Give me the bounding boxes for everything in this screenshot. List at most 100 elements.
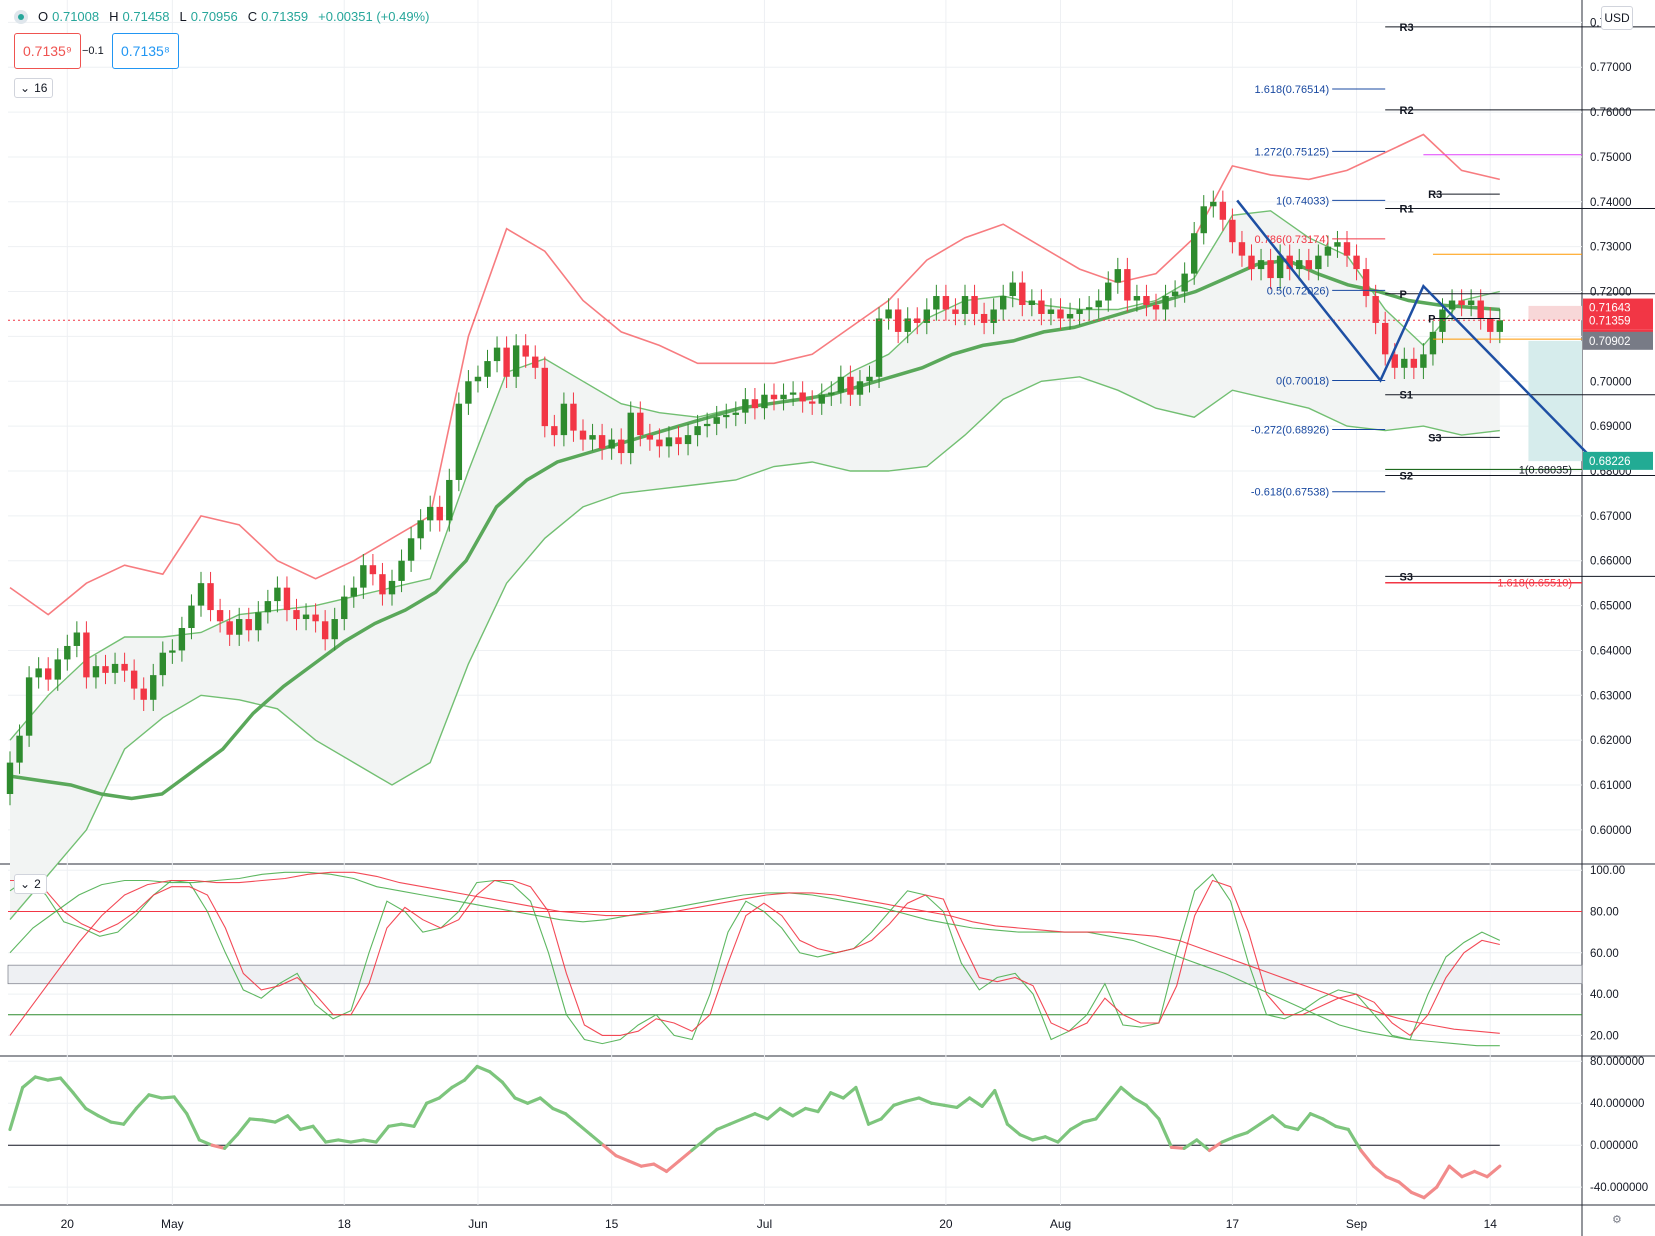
indicators-toggle-button[interactable]: ⌄ 16 (14, 78, 54, 98)
candle-down (1038, 300, 1045, 314)
fib-level-label: -0.618(0.67538) (1251, 487, 1329, 499)
candle-up (25, 677, 33, 736)
candle-down (140, 688, 147, 700)
x-tick-label: Jun (468, 1217, 487, 1231)
candle-up (703, 423, 711, 427)
candle-up (455, 403, 463, 480)
candle-up (1181, 273, 1188, 292)
y-tick-label: 0.64000 (1590, 645, 1632, 657)
chevron-down-icon: ⌄ (20, 877, 31, 891)
candle-down (971, 296, 978, 314)
candle-down (980, 313, 988, 323)
candle-up (560, 403, 568, 436)
chart-canvas[interactable]: 20May18Jun15Jul20Aug17Sep140.780000.7700… (0, 0, 1655, 1236)
fib-level-label: 0.5(0.72026) (1267, 285, 1329, 297)
candle-up (990, 309, 997, 323)
candle-down (1124, 269, 1131, 301)
y-tick-label: 0.73000 (1590, 242, 1632, 254)
spread-value: −0.1 (82, 45, 104, 57)
candle-up (1420, 354, 1427, 368)
x-tick-label: May (161, 1217, 184, 1231)
y-tick-label: 0.60000 (1590, 825, 1632, 837)
fib-level-label: 1.272(0.75125) (1255, 146, 1330, 158)
candle-up (407, 538, 415, 561)
candle-up (780, 394, 787, 400)
candle-down (379, 574, 386, 595)
price-tag-label: 0.70902 (1589, 336, 1631, 348)
candle-up (828, 392, 835, 395)
x-tick-label: 18 (338, 1217, 352, 1231)
fib-level-label: -0.272(0.68926) (1251, 424, 1329, 436)
pane2-toggle-button[interactable]: ⌄ 2 (14, 874, 47, 894)
candle-up (732, 412, 739, 415)
candle-down (369, 565, 377, 575)
y-tick-label: -40.000000 (1590, 1182, 1648, 1194)
pivot-label: R2 (1400, 105, 1414, 117)
candle-up (54, 659, 61, 680)
candle-down (751, 399, 759, 409)
candle-down (1372, 296, 1379, 323)
y-tick-label: 0.67000 (1590, 511, 1632, 523)
x-tick-label: 20 (61, 1217, 75, 1231)
candle-up (1315, 255, 1322, 270)
momentum-segment (109, 1120, 126, 1126)
momentum-segment (361, 1138, 378, 1144)
y-tick-label: 0.61000 (1590, 780, 1632, 792)
pivot-label: R3 (1428, 189, 1442, 201)
candle-up (1429, 331, 1437, 355)
buy-button[interactable]: 0.7135⁸ (112, 33, 179, 69)
ohlc-high: 0.71458 (122, 9, 170, 24)
candle-up (302, 614, 310, 620)
y-tick-label: 0.72000 (1590, 287, 1632, 299)
candle-up (1047, 309, 1055, 314)
candle-up (933, 296, 940, 310)
candle-down (1382, 322, 1389, 355)
momentum-segment (324, 1138, 340, 1144)
fib-level-label: 0(0.70018) (1276, 375, 1329, 387)
candle-up (1171, 291, 1179, 297)
candle-down (283, 587, 291, 611)
ohlc-open: 0.71008 (52, 9, 100, 24)
ohlc-label: L (179, 9, 187, 24)
candle-up (694, 426, 701, 436)
candle-up (1066, 313, 1074, 319)
candle-down (656, 439, 663, 447)
ohlc-legend: O 0.71008 H 0.71458 L 0.70956 C 0.71359 +0.0… (14, 9, 435, 24)
candle-up (388, 580, 396, 595)
candle-up (818, 394, 825, 404)
candle-up (1076, 309, 1083, 314)
candle-down (1057, 309, 1064, 319)
candle-down (532, 356, 539, 368)
pane2-count: 2 (34, 877, 41, 891)
candle-down (522, 345, 529, 357)
ohlc-label: O (38, 9, 49, 24)
candle-up (684, 435, 692, 445)
sell-button[interactable]: 0.7135⁹ (14, 33, 81, 69)
gear-icon[interactable]: ⚙ (1612, 1213, 1622, 1226)
fib-level-label: 1.618(0.76514) (1255, 84, 1330, 96)
candle-down (541, 367, 548, 427)
candle-down (121, 663, 128, 671)
candle-down (618, 439, 625, 454)
x-tick-label: 17 (1226, 1217, 1240, 1231)
candle-down (646, 435, 654, 440)
symbol-status-icon (14, 9, 28, 24)
candle-up (1257, 260, 1265, 270)
candle-down (45, 668, 52, 680)
candle-up (1009, 282, 1016, 297)
momentum-segment (399, 1122, 416, 1128)
candle-up (16, 735, 23, 763)
y-tick-label: 0.69000 (1590, 421, 1632, 433)
y-tick-label: 60.00 (1590, 948, 1619, 960)
candle-down (83, 632, 90, 678)
candle-up (742, 399, 749, 413)
candle-up (1296, 260, 1303, 270)
y-tick-label: 0.74000 (1590, 197, 1632, 209)
candle-up (789, 392, 797, 395)
candle-up (885, 309, 892, 319)
currency-button[interactable]: USD (1601, 6, 1633, 30)
fib-level-label: 1(0.74033) (1276, 195, 1329, 207)
candle-down (1219, 201, 1227, 220)
candle-up (427, 506, 434, 521)
candle-up (1448, 300, 1456, 310)
